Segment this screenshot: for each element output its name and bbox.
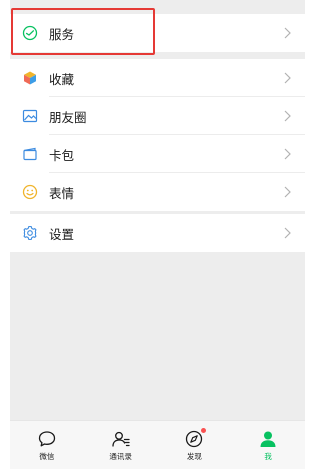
favorites-group: 收藏 朋友圈 卡包 表情 [10,59,305,211]
smiley-sticker-icon [22,184,38,200]
tab-me[interactable]: 我 [231,421,305,469]
new-badge-dot [200,428,206,433]
row-settings[interactable]: 设置 [10,214,305,252]
cube-favorites-icon [22,70,38,86]
row-services-label: 服务 [49,26,75,42]
row-moments[interactable]: 朋友圈 [10,97,305,135]
me-page: 服务 收藏 朋友圈 卡包 表情 设置 [10,0,305,420]
row-cards-label: 卡包 [49,147,75,163]
service-check-icon [22,25,38,41]
services-group: 服务 [10,14,305,52]
row-services[interactable]: 服务 [10,14,305,52]
bottom-tab-bar: 微信 通讯录 发现 我 [10,420,305,469]
chevron-right-icon [284,148,291,160]
wallet-card-icon [22,146,38,162]
row-stickers-label: 表情 [49,185,75,201]
contacts-icon [111,431,130,447]
tab-contacts[interactable]: 通讯录 [84,421,158,469]
chevron-right-icon [284,27,291,39]
gear-icon [22,225,38,241]
person-icon [260,431,276,447]
row-favorites-label: 收藏 [49,71,75,87]
chat-bubble-icon [38,431,56,447]
tab-chats[interactable]: 微信 [10,421,84,469]
tab-me-label: 我 [264,452,272,461]
tab-discover[interactable]: 发现 [158,421,232,469]
chevron-right-icon [284,227,291,239]
tab-contacts-label: 通讯录 [109,452,132,461]
tab-chats-label: 微信 [39,452,55,461]
settings-group: 设置 [10,214,305,252]
tab-discover-label: 发现 [186,452,202,461]
chevron-right-icon [284,186,291,198]
chevron-right-icon [284,110,291,122]
row-stickers[interactable]: 表情 [10,173,305,211]
row-moments-label: 朋友圈 [49,109,87,125]
chevron-right-icon [284,72,291,84]
row-favorites[interactable]: 收藏 [10,59,305,97]
image-moments-icon [22,108,38,124]
row-settings-label: 设置 [49,226,75,242]
row-cards[interactable]: 卡包 [10,135,305,173]
